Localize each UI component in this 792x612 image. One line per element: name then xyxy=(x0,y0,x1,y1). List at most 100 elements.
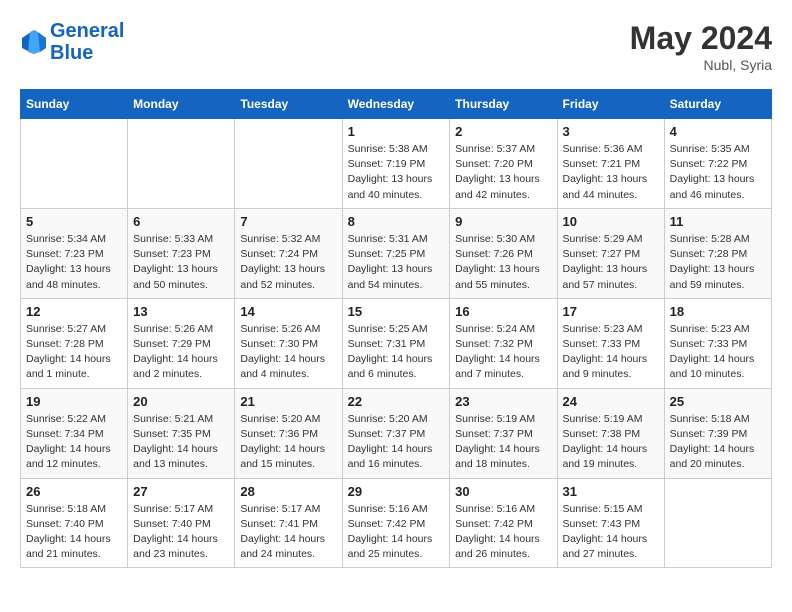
day-number: 8 xyxy=(348,214,445,229)
day-number: 2 xyxy=(455,124,551,139)
calendar-cell: 19 Sunrise: 5:22 AMSunset: 7:34 PMDayligh… xyxy=(21,388,128,478)
day-number: 31 xyxy=(563,484,659,499)
calendar-cell: 8 Sunrise: 5:31 AMSunset: 7:25 PMDaylight… xyxy=(342,208,450,298)
logo-icon xyxy=(20,28,48,56)
calendar-cell: 5 Sunrise: 5:34 AMSunset: 7:23 PMDaylight… xyxy=(21,208,128,298)
calendar-cell: 31 Sunrise: 5:15 AMSunset: 7:43 PMDayligh… xyxy=(557,478,664,568)
day-info: Sunrise: 5:16 AMSunset: 7:42 PMDaylight:… xyxy=(348,502,445,563)
calendar-cell: 30 Sunrise: 5:16 AMSunset: 7:42 PMDayligh… xyxy=(450,478,557,568)
day-info: Sunrise: 5:19 AMSunset: 7:37 PMDaylight:… xyxy=(455,412,551,473)
day-number: 7 xyxy=(240,214,336,229)
day-number: 18 xyxy=(670,304,766,319)
col-header-tuesday: Tuesday xyxy=(235,90,342,119)
day-info: Sunrise: 5:18 AMSunset: 7:40 PMDaylight:… xyxy=(26,502,122,563)
day-info: Sunrise: 5:16 AMSunset: 7:42 PMDaylight:… xyxy=(455,502,551,563)
day-number: 13 xyxy=(133,304,229,319)
day-info: Sunrise: 5:35 AMSunset: 7:22 PMDaylight:… xyxy=(670,142,766,203)
day-number: 1 xyxy=(348,124,445,139)
page-header: General Blue May 2024 Nubl, Syria xyxy=(20,20,772,73)
calendar-table: SundayMondayTuesdayWednesdayThursdayFrid… xyxy=(20,89,772,568)
day-info: Sunrise: 5:28 AMSunset: 7:28 PMDaylight:… xyxy=(670,232,766,293)
day-number: 25 xyxy=(670,394,766,409)
calendar-cell: 21 Sunrise: 5:20 AMSunset: 7:36 PMDayligh… xyxy=(235,388,342,478)
day-number: 19 xyxy=(26,394,122,409)
day-info: Sunrise: 5:30 AMSunset: 7:26 PMDaylight:… xyxy=(455,232,551,293)
calendar-cell: 22 Sunrise: 5:20 AMSunset: 7:37 PMDayligh… xyxy=(342,388,450,478)
calendar-cell: 23 Sunrise: 5:19 AMSunset: 7:37 PMDayligh… xyxy=(450,388,557,478)
day-number: 9 xyxy=(455,214,551,229)
calendar-cell: 27 Sunrise: 5:17 AMSunset: 7:40 PMDayligh… xyxy=(128,478,235,568)
logo-text: General Blue xyxy=(50,20,124,64)
day-number: 16 xyxy=(455,304,551,319)
calendar-cell: 4 Sunrise: 5:35 AMSunset: 7:22 PMDaylight… xyxy=(664,119,771,209)
col-header-sunday: Sunday xyxy=(21,90,128,119)
day-number: 20 xyxy=(133,394,229,409)
calendar-cell: 13 Sunrise: 5:26 AMSunset: 7:29 PMDayligh… xyxy=(128,298,235,388)
day-number: 6 xyxy=(133,214,229,229)
day-number: 21 xyxy=(240,394,336,409)
day-info: Sunrise: 5:23 AMSunset: 7:33 PMDaylight:… xyxy=(670,322,766,383)
day-info: Sunrise: 5:26 AMSunset: 7:29 PMDaylight:… xyxy=(133,322,229,383)
day-info: Sunrise: 5:19 AMSunset: 7:38 PMDaylight:… xyxy=(563,412,659,473)
day-info: Sunrise: 5:22 AMSunset: 7:34 PMDaylight:… xyxy=(26,412,122,473)
day-info: Sunrise: 5:27 AMSunset: 7:28 PMDaylight:… xyxy=(26,322,122,383)
day-info: Sunrise: 5:20 AMSunset: 7:36 PMDaylight:… xyxy=(240,412,336,473)
calendar-cell: 11 Sunrise: 5:28 AMSunset: 7:28 PMDayligh… xyxy=(664,208,771,298)
calendar-cell: 17 Sunrise: 5:23 AMSunset: 7:33 PMDayligh… xyxy=(557,298,664,388)
col-header-wednesday: Wednesday xyxy=(342,90,450,119)
day-info: Sunrise: 5:20 AMSunset: 7:37 PMDaylight:… xyxy=(348,412,445,473)
day-info: Sunrise: 5:26 AMSunset: 7:30 PMDaylight:… xyxy=(240,322,336,383)
day-info: Sunrise: 5:38 AMSunset: 7:19 PMDaylight:… xyxy=(348,142,445,203)
col-header-friday: Friday xyxy=(557,90,664,119)
calendar-cell: 3 Sunrise: 5:36 AMSunset: 7:21 PMDaylight… xyxy=(557,119,664,209)
day-number: 5 xyxy=(26,214,122,229)
calendar-cell: 15Sunrise: 5:25 AMSunset: 7:31 PMDayligh… xyxy=(342,298,450,388)
day-info: Sunrise: 5:23 AMSunset: 7:33 PMDaylight:… xyxy=(563,322,659,383)
day-info: Sunrise: 5:17 AMSunset: 7:40 PMDaylight:… xyxy=(133,502,229,563)
day-info: Sunrise: 5:32 AMSunset: 7:24 PMDaylight:… xyxy=(240,232,336,293)
day-number: 11 xyxy=(670,214,766,229)
day-number: 4 xyxy=(670,124,766,139)
calendar-cell: 7 Sunrise: 5:32 AMSunset: 7:24 PMDaylight… xyxy=(235,208,342,298)
day-info: Sunrise: 5:34 AMSunset: 7:23 PMDaylight:… xyxy=(26,232,122,293)
calendar-cell xyxy=(235,119,342,209)
day-number: 14 xyxy=(240,304,336,319)
day-info: Sunrise: 5:21 AMSunset: 7:35 PMDaylight:… xyxy=(133,412,229,473)
calendar-cell xyxy=(664,478,771,568)
calendar-cell: 2 Sunrise: 5:37 AMSunset: 7:20 PMDaylight… xyxy=(450,119,557,209)
day-number: 28 xyxy=(240,484,336,499)
calendar-cell: 24Sunrise: 5:19 AMSunset: 7:38 PMDayligh… xyxy=(557,388,664,478)
calendar-cell xyxy=(21,119,128,209)
day-info: Sunrise: 5:18 AMSunset: 7:39 PMDaylight:… xyxy=(670,412,766,473)
day-number: 17 xyxy=(563,304,659,319)
calendar-cell: 29Sunrise: 5:16 AMSunset: 7:42 PMDayligh… xyxy=(342,478,450,568)
location: Nubl, Syria xyxy=(630,57,772,73)
calendar-cell: 14 Sunrise: 5:26 AMSunset: 7:30 PMDayligh… xyxy=(235,298,342,388)
col-header-monday: Monday xyxy=(128,90,235,119)
day-number: 30 xyxy=(455,484,551,499)
day-info: Sunrise: 5:31 AMSunset: 7:25 PMDaylight:… xyxy=(348,232,445,293)
day-number: 27 xyxy=(133,484,229,499)
day-number: 10 xyxy=(563,214,659,229)
calendar-cell xyxy=(128,119,235,209)
day-number: 15 xyxy=(348,304,445,319)
day-number: 23 xyxy=(455,394,551,409)
day-info: Sunrise: 5:17 AMSunset: 7:41 PMDaylight:… xyxy=(240,502,336,563)
day-info: Sunrise: 5:37 AMSunset: 7:20 PMDaylight:… xyxy=(455,142,551,203)
calendar-cell: 12Sunrise: 5:27 AMSunset: 7:28 PMDayligh… xyxy=(21,298,128,388)
calendar-cell: 25 Sunrise: 5:18 AMSunset: 7:39 PMDayligh… xyxy=(664,388,771,478)
title-block: May 2024 Nubl, Syria xyxy=(630,20,772,73)
month-year: May 2024 xyxy=(630,20,772,57)
col-header-saturday: Saturday xyxy=(664,90,771,119)
day-number: 3 xyxy=(563,124,659,139)
day-info: Sunrise: 5:36 AMSunset: 7:21 PMDaylight:… xyxy=(563,142,659,203)
calendar-cell: 1 Sunrise: 5:38 AMSunset: 7:19 PMDaylight… xyxy=(342,119,450,209)
day-number: 22 xyxy=(348,394,445,409)
calendar-cell: 26 Sunrise: 5:18 AMSunset: 7:40 PMDayligh… xyxy=(21,478,128,568)
calendar-cell: 28 Sunrise: 5:17 AMSunset: 7:41 PMDayligh… xyxy=(235,478,342,568)
day-number: 26 xyxy=(26,484,122,499)
col-header-thursday: Thursday xyxy=(450,90,557,119)
day-info: Sunrise: 5:15 AMSunset: 7:43 PMDaylight:… xyxy=(563,502,659,563)
day-info: Sunrise: 5:29 AMSunset: 7:27 PMDaylight:… xyxy=(563,232,659,293)
calendar-cell: 18 Sunrise: 5:23 AMSunset: 7:33 PMDayligh… xyxy=(664,298,771,388)
